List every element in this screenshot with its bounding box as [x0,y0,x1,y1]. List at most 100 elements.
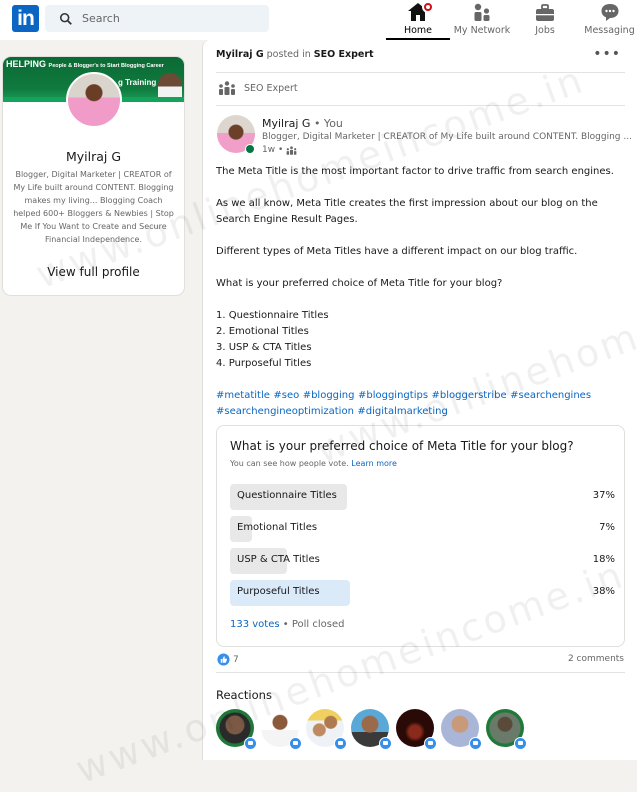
poll: What is your preferred choice of Meta Ti… [216,425,625,647]
post-body: The Meta Title is the most important fac… [216,164,626,420]
nav-my-network[interactable]: My Network [452,0,512,40]
profile-name[interactable]: Myilraj G [3,149,184,164]
nav-messaging-label: Messaging [584,25,635,36]
reactor-avatar[interactable] [216,709,257,750]
poll-votes-link[interactable]: 133 votes [230,619,280,630]
post-time: 1w • [262,145,284,155]
post-list-item: 2. Emotional Titles [216,326,309,337]
group-link[interactable]: SEO Expert [314,49,374,60]
poll-footer: 133 votes • Poll closed [230,619,344,630]
reactor-avatar[interactable] [396,709,437,750]
reactor-avatar[interactable] [306,709,347,750]
more-options-button[interactable]: ••• [593,46,621,62]
chat-icon [601,4,618,21]
hashtag-link[interactable]: #searchengineoptimization [216,406,354,417]
hashtag-link[interactable]: #seo [273,390,299,401]
reactor-avatar[interactable] [261,709,302,750]
like-badge-icon [424,737,437,750]
notification-badge [422,1,434,13]
hashtag-link[interactable]: #searchengines [510,390,591,401]
like-badge-icon [289,737,302,750]
comments-count-link[interactable]: 2 comments [568,654,624,664]
poll-option-percent: 18% [592,554,615,565]
nav-my-network-label: My Network [453,25,511,36]
poll-note-text: You can see how people vote. [230,459,349,468]
briefcase-icon [536,4,554,21]
author-headline: Blogger, Digital Marketer | CREATOR of M… [262,132,632,142]
learn-more-link[interactable]: Learn more [351,459,397,468]
group-name: SEO Expert [244,82,298,94]
group-icon [219,81,235,95]
hashtag-link[interactable]: #digitalmarketing [357,406,447,417]
nav-jobs[interactable]: Jobs [520,0,570,40]
reactions-divider [216,672,625,673]
nav-home-label: Home [403,25,433,36]
poll-option-label: USP & CTA Titles [237,554,320,565]
post-context-header: Myilraj G posted in SEO Expert [216,49,374,60]
view-full-profile-link[interactable]: View full profile [3,265,184,279]
reactors-list [216,709,531,750]
group-row[interactable]: SEO Expert [218,81,298,95]
network-icon [474,3,490,21]
nav-messaging[interactable]: Messaging [582,0,637,40]
post-list-item: 3. USP & CTA Titles [216,342,312,353]
more-options-icon: ••• [593,46,621,62]
search-input[interactable] [82,12,252,25]
reactor-avatar[interactable] [441,709,482,750]
post-meta: 1w • [262,145,297,155]
poll-option-percent: 37% [592,490,615,501]
poll-option-percent: 38% [592,586,615,597]
post-list: 1. Questionnaire Titles 2. Emotional Tit… [216,308,626,372]
poll-question: What is your preferred choice of Meta Ti… [230,439,574,453]
reactor-avatar[interactable] [486,709,527,750]
poll-visibility-note: You can see how people vote. Learn more [230,459,397,468]
banner-headline: HELPING People & Blogger's to Start Blog… [6,59,164,69]
banner-subtitle: g Training [118,78,157,87]
banner-text: People & Blogger's to Start Blogging Car… [48,63,164,69]
like-reaction-icon [217,653,230,666]
header-divider [216,72,625,73]
poll-option-selected[interactable]: Purposeful Titles 38% [230,580,615,606]
banner-heading-text: HELPING [6,59,47,69]
reactions-title: Reactions [216,688,272,702]
like-badge-icon [244,737,257,750]
poll-option[interactable]: USP & CTA Titles 18% [230,548,615,574]
poll-status: • Poll closed [279,619,345,630]
hashtag-link[interactable]: #bloggingtips [358,390,428,401]
post-card: Myilraj G posted in SEO Expert ••• SEO E… [202,40,637,760]
search-icon [59,12,72,25]
profile-avatar[interactable] [66,72,122,128]
poll-option[interactable]: Emotional Titles 7% [230,516,615,542]
poll-option-label: Emotional Titles [237,522,318,533]
linkedin-logo[interactable]: in [12,5,39,32]
post-paragraph: As we all know, Meta Title creates the f… [216,198,598,225]
like-badge-icon [379,737,392,750]
poll-option[interactable]: Questionnaire Titles 37% [230,484,615,510]
post-paragraph: What is your preferred choice of Meta Ti… [216,278,503,289]
hashtag-link[interactable]: #bloggerstribe [432,390,507,401]
poster-name[interactable]: Myilraj G [216,49,264,60]
reactor-avatar[interactable] [351,709,392,750]
like-badge-icon [334,737,347,750]
nav-home[interactable]: Home [386,0,450,40]
search-bar[interactable] [45,5,269,32]
author-relation: • You [310,117,343,130]
hashtag-link[interactable]: #blogging [303,390,355,401]
likes-count: 7 [233,654,239,665]
profile-headline: Blogger, Digital Marketer | CREATOR of M… [13,170,174,244]
post-paragraph: The Meta Title is the most important fac… [216,166,614,177]
poll-option-percent: 7% [599,522,615,533]
posted-in-text: posted in [266,49,311,60]
post-paragraph: Different types of Meta Titles have a di… [216,246,578,257]
author-name-line[interactable]: Myilraj G • You [262,117,343,130]
post-list-item: 4. Purposeful Titles [216,358,312,369]
hashtag-link[interactable]: #metatitle [216,390,270,401]
group-divider [216,105,625,106]
nav-jobs-label: Jobs [535,25,555,36]
poll-option-label: Purposeful Titles [237,586,320,597]
hashtags: #metatitle #seo #blogging #bloggingtips … [216,388,626,420]
top-navigation: in Home My Network [0,0,637,40]
poll-option-label: Questionnaire Titles [237,490,337,501]
likes-count-button[interactable]: 7 [217,653,624,666]
author-name: Myilraj G [262,117,311,130]
